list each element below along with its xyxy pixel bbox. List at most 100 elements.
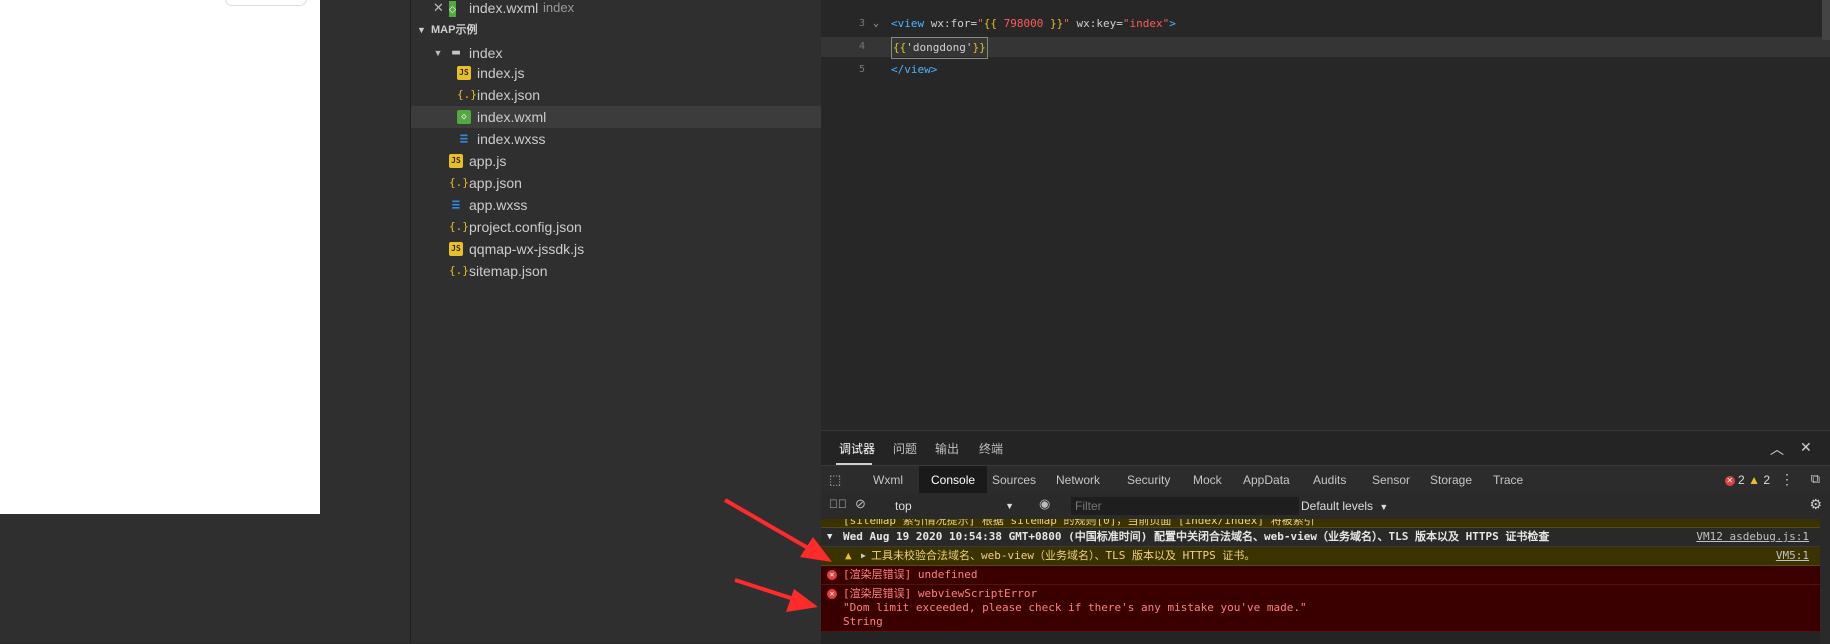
devtab-appdata[interactable]: AppData [1239,466,1294,494]
tree-item-index-folder[interactable]: ▼ ▬ index [411,42,821,64]
tree-item-label: app.json [469,175,522,191]
clear-console-icon[interactable]: ⊘ [855,496,866,512]
tree-item-index-wxml[interactable]: ◇ index.wxml [411,106,821,128]
tag-open: <view [891,17,925,30]
sidebar-toggle-icon[interactable]: ▶⃞ [829,497,847,511]
log-source-link[interactable]: VM12 asdebug.js:1 [1696,528,1809,546]
close-icon[interactable]: ✕ [1800,439,1812,456]
code-text: {{'dongdong'}} [891,37,988,59]
levels-label: Default levels [1301,499,1374,513]
warning-icon: ▲ [1748,473,1760,487]
warning-icon: ▲ [845,549,852,562]
open-editor-item[interactable]: ✕ ◇ index.wxml index [411,0,821,18]
folder-icon: ▬ [452,45,460,60]
attr-value: "index" [1122,17,1170,30]
log-row-warning[interactable]: ▲ ▶ 工具未校验合法域名、web-view（业务域名）、TLS 版本以及 HT… [821,547,1821,566]
chevron-up-icon[interactable]: ︿ [1770,439,1784,459]
caret-right-icon[interactable]: ▶ [861,547,866,565]
console-filter-input[interactable] [1071,497,1299,515]
devtab-wxml[interactable]: Wxml [869,466,907,494]
devtab-storage[interactable]: Storage [1426,466,1476,494]
tree-item-app-json[interactable]: {.} app.json [411,172,821,194]
log-levels-dropdown[interactable]: Default levels ▼ [1301,497,1388,516]
mustache-open: {{ [983,17,997,30]
tree-item-app-wxss[interactable]: ≡ app.wxss [411,194,821,216]
caret-down-icon: ▼ [827,532,833,542]
tag-close: > [1169,17,1176,30]
eye-icon[interactable]: ◉ [1039,496,1050,512]
debugger-panel: 调试器 问题 输出 终端 ︿ ✕ ⬚ Wxml Console Sources … [821,430,1830,644]
code-line-3[interactable]: 3 ⌄ <view wx:for="{{ 798000 }}" wx:key="… [821,14,1830,34]
line-number: 3 [858,18,865,29]
bracket-match-box: {{'dongdong'}} [891,37,988,59]
console-log[interactable]: [sitemap 索引情况提示] 根据 sitemap 的规则[0]，当前页面 … [821,519,1830,644]
devtools-tab-bar: ⬚ Wxml Console Sources Network Security … [821,465,1830,495]
log-message: [sitemap 索引情况提示] 根据 sitemap 的规则[0]，当前页面 … [843,519,1315,527]
tree-item-index-js[interactable]: JS index.js [411,62,821,84]
line-number: 4 [858,41,865,52]
context-selector[interactable]: top ▼ [891,497,1020,515]
devtab-sensor[interactable]: Sensor [1368,466,1414,494]
devtab-network[interactable]: Network [1052,466,1104,494]
inspect-element-icon[interactable]: ⬚ [829,472,841,488]
tree-item-qqmap-sdk[interactable]: JS qqmap-wx-jssdk.js [411,238,821,260]
log-group-header[interactable]: ▼ Wed Aug 19 2020 10:54:38 GMT+0800 (中国标… [821,528,1821,547]
log-row-partial: [sitemap 索引情况提示] 根据 sitemap 的规则[0]，当前页面 … [821,519,1821,528]
more-vertical-icon[interactable]: ⋮ [1780,471,1794,488]
log-message: 工具未校验合法域名、web-view（业务域名）、TLS 版本以及 HTTPS … [871,549,1256,562]
tree-item-index-wxss[interactable]: ≡ index.wxss [411,128,821,150]
open-file-name: index.wxml [469,0,539,16]
tree-item-index-json[interactable]: {.} index.json [411,84,821,106]
tree-item-sitemap-json[interactable]: {.} sitemap.json [411,260,821,282]
close-icon[interactable]: ✕ [433,0,444,16]
devtab-security[interactable]: Security [1123,466,1174,494]
log-message-type: String [843,615,883,628]
fold-chevron-icon[interactable]: ⌄ [873,14,879,34]
simulator-screen[interactable] [0,0,320,514]
console-scrollbar[interactable] [1820,519,1830,644]
wxml-file-icon: ◇ [449,1,456,17]
devtab-sources[interactable]: Sources [988,466,1040,494]
log-message: [渲染层错误] undefined [843,568,978,581]
project-section-header[interactable]: ▼ MAP示例 [411,20,821,40]
devtab-trace[interactable]: Trace [1489,466,1527,494]
error-icon: ✕ [1724,475,1735,486]
file-explorer: ✕ ◇ index.wxml index ▼ MAP示例 ▼ ▬ index J… [410,0,821,643]
devtab-console[interactable]: Console [919,466,988,494]
quote: " [1063,17,1070,30]
tree-item-label: index [469,45,503,61]
open-file-folder: index [543,0,575,15]
issue-counts[interactable]: ✕ 2 ▲ 2 [1724,466,1770,494]
json-file-icon: {.} [449,220,469,233]
code-line-4[interactable]: 4 {{'dongdong'}} [821,37,1830,59]
code-editor[interactable]: 3 ⌄ <view wx:for="{{ 798000 }}" wx:key="… [821,0,1830,430]
log-source-link[interactable]: VM5:1 [1776,547,1809,565]
js-file-icon: JS [449,154,463,168]
tree-item-label: index.wxml [477,109,547,125]
simulator-panel [0,0,410,643]
tab-terminal[interactable]: 终端 [979,440,1003,457]
undock-icon[interactable]: ⧉ [1811,471,1820,487]
tab-problems[interactable]: 问题 [893,440,917,457]
wxss-file-icon: ≡ [459,131,469,147]
simulator-capsule [225,0,307,6]
gear-icon[interactable]: ⚙ [1809,496,1822,513]
console-toolbar: ▶⃞ ⊘ top ▼ ◉ Default levels ▼ ⚙ [821,493,1830,520]
context-value: top [895,499,912,513]
code-line-5[interactable]: 5 </view> [821,60,1830,80]
tab-output[interactable]: 输出 [935,440,959,457]
tree-item-app-js[interactable]: JS app.js [411,150,821,172]
devtab-audits[interactable]: Audits [1309,466,1350,494]
tree-item-label: app.wxss [469,197,528,213]
json-file-icon: {.} [449,264,469,277]
devtab-mock[interactable]: Mock [1189,466,1226,494]
caret-down-icon: ▼ [1005,501,1014,511]
caret-down-icon: ▼ [1379,502,1389,512]
log-message: [渲染层错误] webviewScriptError [843,587,1038,600]
log-row-error-1: ✕ [渲染层错误] undefined [821,566,1821,585]
editor-scrollbar[interactable] [1822,0,1830,40]
tab-debugger[interactable]: 调试器 [839,440,875,457]
log-message: Wed Aug 19 2020 10:54:38 GMT+0800 (中国标准时… [843,530,1550,543]
tree-item-project-config[interactable]: {.} project.config.json [411,216,821,238]
project-title: MAP示例 [431,24,478,36]
